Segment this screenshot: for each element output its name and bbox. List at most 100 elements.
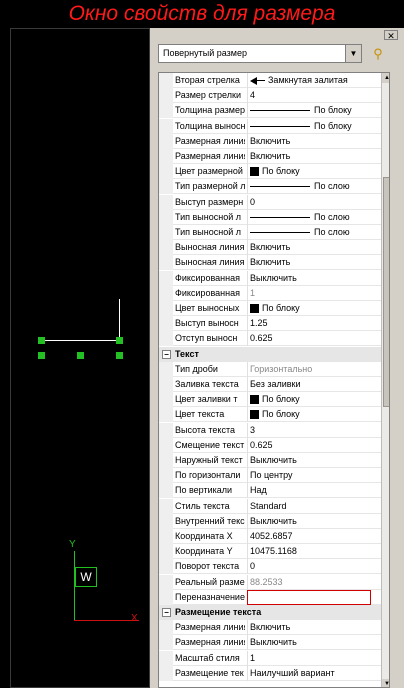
property-value-text: 0 — [250, 561, 256, 571]
property-value[interactable]: По центру — [247, 468, 381, 483]
grip-dimline-right[interactable] — [116, 337, 123, 344]
section-header[interactable]: − Размещение текста — [159, 605, 381, 620]
property-value[interactable]: По слою — [247, 225, 381, 240]
property-row[interactable]: По горизонтали По центру — [159, 468, 381, 483]
object-type-select[interactable]: Повернутый размер ▼ — [158, 44, 362, 63]
property-value[interactable]: По блоку — [247, 301, 381, 316]
chevron-down-icon[interactable]: ▼ — [345, 45, 361, 62]
scroll-up-arrow-icon[interactable]: ▲ — [382, 73, 389, 83]
vertical-scrollbar[interactable]: ▲ ▼ — [381, 73, 389, 687]
drawing-viewport[interactable]: Y W X — [10, 28, 150, 688]
property-value[interactable]: Standard — [247, 499, 381, 514]
scroll-thumb[interactable] — [383, 177, 389, 407]
property-value[interactable]: По блоку — [247, 407, 381, 422]
grip-origin-left[interactable] — [38, 352, 45, 359]
property-value[interactable]: Включить — [247, 255, 381, 270]
property-row[interactable]: Толщина выносн По блоку — [159, 119, 381, 134]
property-value[interactable]: Выключить — [247, 635, 381, 650]
override-text-input[interactable] — [247, 590, 371, 605]
property-row[interactable]: Тип дроби Горизонтально — [159, 362, 381, 377]
property-row[interactable]: Цвет заливки т По блоку — [159, 392, 381, 407]
property-row[interactable]: По вертикали Над — [159, 483, 381, 498]
property-row[interactable]: Размещение тек Наилучший вариант — [159, 666, 381, 681]
property-row[interactable]: Заливка текста Без заливки — [159, 377, 381, 392]
grip-dimline-left[interactable] — [38, 337, 45, 344]
property-value[interactable]: Замкнутая залитая — [247, 73, 381, 88]
property-row[interactable]: Размерная линия Выключить — [159, 635, 381, 650]
property-value[interactable]: 0.625 — [247, 438, 381, 453]
property-row[interactable]: Масштаб стиля 1 — [159, 651, 381, 666]
property-value-text: Без заливки — [250, 379, 301, 389]
quick-select-icon[interactable]: ⚲ — [368, 44, 388, 63]
property-row[interactable]: Поворот текста 0 — [159, 559, 381, 574]
property-value[interactable]: 4 — [247, 88, 381, 103]
property-row[interactable]: Цвет размерной По блоку — [159, 164, 381, 179]
property-value[interactable]: Включить — [247, 240, 381, 255]
grip-text[interactable] — [77, 352, 84, 359]
property-value[interactable]: Включить — [247, 620, 381, 635]
property-value[interactable]: По блоку — [247, 103, 381, 118]
collapse-icon[interactable]: − — [162, 350, 171, 359]
section-header[interactable]: − Текст — [159, 347, 381, 362]
property-row[interactable]: Выступ выносн 1.25 — [159, 316, 381, 331]
property-row[interactable]: Тип выносной л По слою — [159, 225, 381, 240]
property-row[interactable]: Выносная линия Включить — [159, 240, 381, 255]
property-row[interactable]: Высота текста 3 — [159, 423, 381, 438]
property-row[interactable]: Тип выносной л По слою — [159, 210, 381, 225]
property-row[interactable]: Фиксированная 1 — [159, 286, 381, 301]
property-value[interactable]: Наилучший вариант — [247, 666, 381, 681]
property-value[interactable]: Выключить — [247, 271, 381, 286]
property-row[interactable]: Размер стрелки 4 — [159, 88, 381, 103]
property-row[interactable]: Цвет текста По блоку — [159, 407, 381, 422]
property-value[interactable]: По блоку — [247, 392, 381, 407]
property-row[interactable]: Внутренний текс Выключить — [159, 514, 381, 529]
property-row[interactable]: Толщина размер По блоку — [159, 103, 381, 118]
property-row[interactable]: Реальный разме 88.2533 — [159, 575, 381, 590]
property-row[interactable]: Размерная линия Включить — [159, 134, 381, 149]
property-row[interactable]: Фиксированная Выключить — [159, 271, 381, 286]
property-row[interactable]: Координата X 4052.6857 — [159, 529, 381, 544]
property-row[interactable]: Вторая стрелка Замкнутая залитая — [159, 73, 381, 88]
scroll-down-arrow-icon[interactable]: ▼ — [382, 679, 389, 687]
property-value[interactable]: 1.25 — [247, 316, 381, 331]
property-row[interactable]: Размерная линия Включить — [159, 620, 381, 635]
property-value[interactable]: По блоку — [247, 119, 381, 134]
property-value[interactable]: 3 — [247, 423, 381, 438]
property-row[interactable]: Координата Y 10475.1168 — [159, 544, 381, 559]
row-gutter — [159, 483, 173, 498]
property-row[interactable]: Тип размерной л По слою — [159, 179, 381, 194]
property-value[interactable]: Выключить — [247, 453, 381, 468]
property-value[interactable]: Выключить — [247, 514, 381, 529]
property-value[interactable]: Горизонтально — [247, 362, 381, 377]
property-value[interactable]: 0 — [247, 195, 381, 210]
property-row[interactable]: Смещение текст 0.625 — [159, 438, 381, 453]
property-value[interactable]: По слою — [247, 179, 381, 194]
property-row[interactable]: Цвет выносных По блоку — [159, 301, 381, 316]
property-value[interactable]: 88.2533 — [247, 575, 381, 590]
property-value[interactable]: 1 — [247, 286, 381, 301]
property-value[interactable]: Включить — [247, 134, 381, 149]
property-row[interactable]: Размерная линия Включить — [159, 149, 381, 164]
property-row[interactable]: Переназначение — [159, 590, 381, 605]
collapse-icon[interactable]: − — [162, 608, 171, 617]
close-icon[interactable]: ✕ — [384, 30, 398, 41]
property-row[interactable]: Выступ размерн 0 — [159, 195, 381, 210]
property-value[interactable]: 1 — [247, 651, 381, 666]
property-grid[interactable]: Вторая стрелка Замкнутая залитая Размер ст… — [158, 72, 390, 688]
property-value[interactable]: Включить — [247, 149, 381, 164]
property-value[interactable]: По блоку — [247, 164, 381, 179]
property-value[interactable]: 4052.6857 — [247, 529, 381, 544]
grip-origin-right[interactable] — [116, 352, 123, 359]
property-value[interactable]: 0 — [247, 559, 381, 574]
property-row[interactable]: Стиль текста Standard — [159, 499, 381, 514]
property-value[interactable]: 0.625 — [247, 331, 381, 346]
property-row[interactable]: Наружный текст Выключить — [159, 453, 381, 468]
property-label: Стиль текста — [175, 501, 230, 511]
property-value[interactable]: 10475.1168 — [247, 544, 381, 559]
line-sample-icon — [250, 186, 310, 188]
property-row[interactable]: Выносная линия Включить — [159, 255, 381, 270]
property-value[interactable]: Над — [247, 483, 381, 498]
property-value[interactable]: Без заливки — [247, 377, 381, 392]
property-value[interactable]: По слою — [247, 210, 381, 225]
property-row[interactable]: Отступ выносн 0.625 — [159, 331, 381, 346]
